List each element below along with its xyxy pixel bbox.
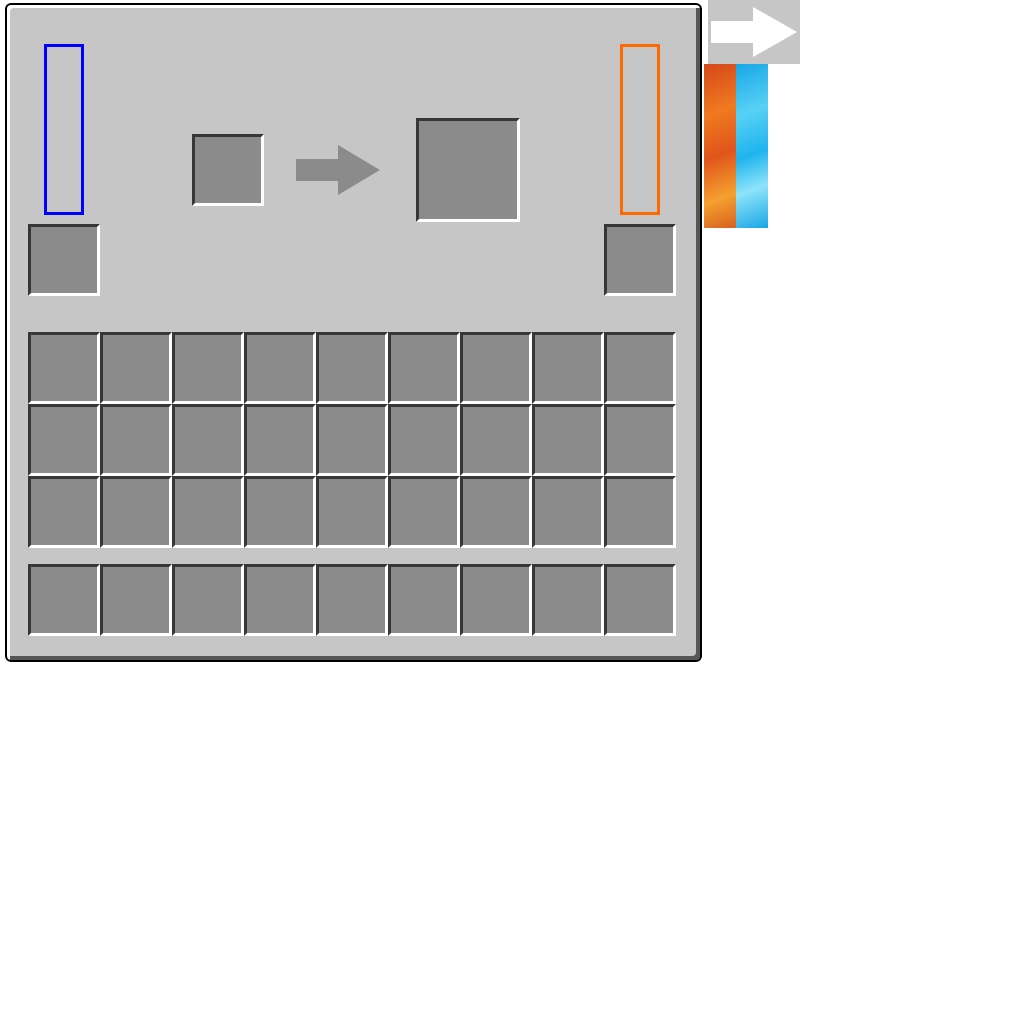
inventory-slot[interactable]	[460, 476, 532, 548]
hotbar-slot[interactable]	[388, 564, 460, 636]
hotbar-slot[interactable]	[460, 564, 532, 636]
inventory-slot[interactable]	[604, 332, 676, 404]
inventory-slot[interactable]	[532, 404, 604, 476]
inventory-slot[interactable]	[316, 332, 388, 404]
inventory-slot[interactable]	[244, 332, 316, 404]
fluid-textures	[704, 64, 800, 228]
hotbar-slot[interactable]	[172, 564, 244, 636]
bucket-output-slot[interactable]	[604, 224, 676, 296]
hotbar	[28, 564, 676, 636]
output-tank	[620, 44, 660, 215]
lava-texture	[704, 64, 736, 228]
inventory-slot[interactable]	[460, 332, 532, 404]
inventory-slot[interactable]	[388, 404, 460, 476]
bucket-input-slot[interactable]	[28, 224, 100, 296]
inventory-slot[interactable]	[316, 476, 388, 548]
inventory-slot[interactable]	[244, 404, 316, 476]
inventory-slot[interactable]	[388, 476, 460, 548]
hotbar-slot[interactable]	[316, 564, 388, 636]
inventory-slot[interactable]	[172, 404, 244, 476]
progress-arrow	[296, 145, 380, 195]
hotbar-slot[interactable]	[244, 564, 316, 636]
output-slot[interactable]	[416, 118, 520, 222]
hotbar-slot[interactable]	[100, 564, 172, 636]
inventory-slot[interactable]	[28, 404, 100, 476]
input-column	[28, 44, 100, 296]
side-sprites	[704, 0, 800, 228]
output-column	[604, 44, 676, 296]
inventory-slot[interactable]	[28, 332, 100, 404]
inventory-slot[interactable]	[100, 332, 172, 404]
inventory-slot[interactable]	[100, 476, 172, 548]
inventory-slot[interactable]	[244, 476, 316, 548]
inventory-slot[interactable]	[388, 332, 460, 404]
water-texture	[736, 64, 768, 228]
arrow-right-icon	[711, 7, 797, 57]
hotbar-slot[interactable]	[28, 564, 100, 636]
hotbar-slot[interactable]	[604, 564, 676, 636]
inventory-slot[interactable]	[604, 476, 676, 548]
inventory-slot[interactable]	[316, 404, 388, 476]
machine-panel	[5, 3, 702, 662]
inventory-slot[interactable]	[172, 476, 244, 548]
arrow-icon	[296, 145, 380, 195]
inventory-slot[interactable]	[172, 332, 244, 404]
texture-sheet	[0, 0, 1024, 1024]
input-slot[interactable]	[192, 134, 264, 206]
input-tank	[44, 44, 84, 215]
inventory-slot[interactable]	[28, 476, 100, 548]
inventory-grid	[28, 332, 676, 548]
inventory-slot[interactable]	[100, 404, 172, 476]
inventory-slot[interactable]	[532, 332, 604, 404]
inventory-slot[interactable]	[532, 476, 604, 548]
inventory-slot[interactable]	[604, 404, 676, 476]
side-tab[interactable]	[708, 0, 800, 64]
inventory-slot[interactable]	[460, 404, 532, 476]
machine-row	[28, 44, 676, 296]
hotbar-slot[interactable]	[532, 564, 604, 636]
